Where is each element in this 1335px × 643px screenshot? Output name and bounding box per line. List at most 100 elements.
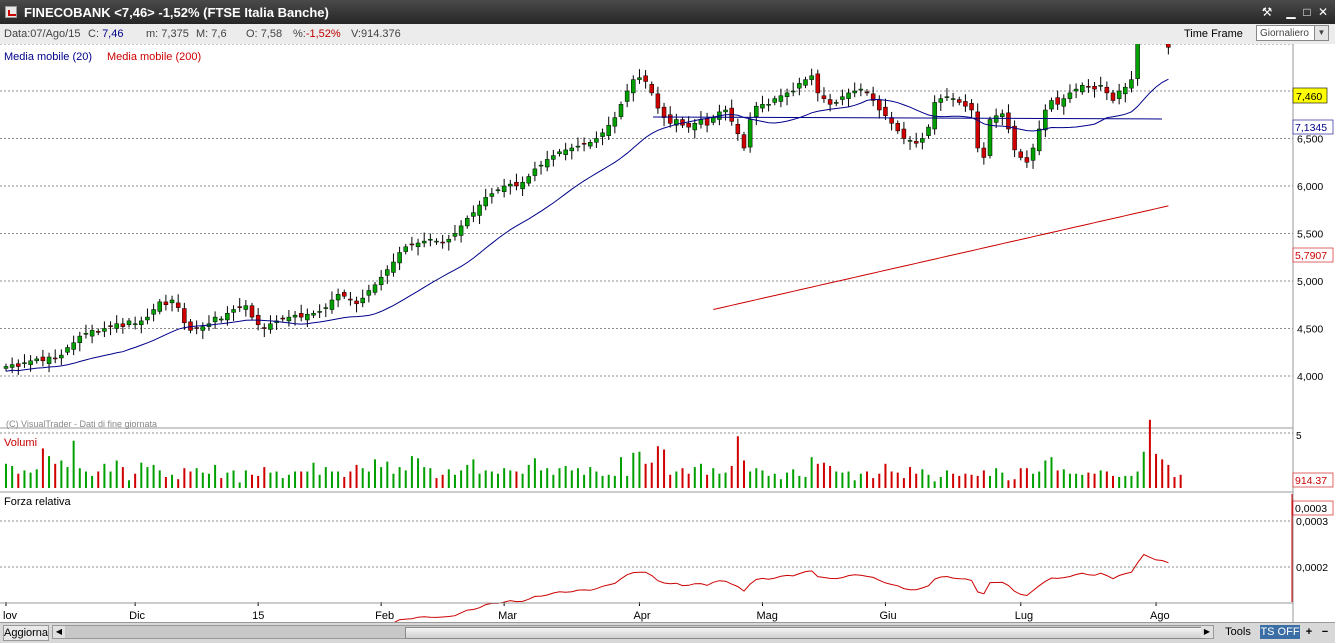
volume-bar (287, 474, 290, 488)
candle-body (1012, 125, 1017, 151)
volume-bar (386, 461, 389, 488)
candle-body (495, 189, 501, 192)
volume-bar (1050, 457, 1053, 488)
volume-bar (460, 470, 463, 488)
candle-body (348, 298, 353, 301)
volume-bar (195, 468, 198, 488)
volume-bar (189, 471, 192, 488)
candle-body (975, 111, 980, 149)
candle-body (483, 197, 488, 207)
candle-body (840, 96, 845, 100)
volume-bar (970, 474, 973, 488)
candle-body (40, 356, 46, 362)
scroll-right-icon[interactable]: ▶ (1201, 626, 1213, 638)
volume-bar (54, 463, 57, 488)
volume-bar (60, 460, 63, 488)
candle-body (741, 134, 747, 149)
candle-body (631, 79, 636, 94)
volume-bar (798, 475, 801, 488)
candle-body (790, 90, 796, 93)
volume-bar (866, 471, 868, 488)
volume-bar (134, 473, 137, 488)
chart-app-icon (5, 6, 17, 18)
candle-body (102, 328, 107, 332)
volume-bar (521, 473, 524, 488)
volume-bar (109, 471, 112, 488)
scroll-thumb[interactable] (405, 627, 1205, 639)
zoom-out-button[interactable]: − (1318, 625, 1332, 639)
volume-bar (300, 471, 303, 488)
candle-body (1116, 90, 1122, 99)
chart-area[interactable]: 7,0006,5006,0005,5005,0004,5004,000 lovD… (0, 44, 1335, 622)
volume-bar (1056, 470, 1059, 488)
volume-bar (472, 459, 475, 488)
close-icon[interactable]: ✕ (1314, 4, 1332, 20)
volume-bar (976, 475, 979, 488)
volume-bar (324, 467, 327, 488)
candle-body (182, 308, 187, 324)
volume-bar (693, 467, 696, 488)
volume-bar (1155, 453, 1158, 488)
candle-body (1000, 113, 1005, 117)
candle-body (434, 240, 439, 243)
candle-body (944, 96, 950, 98)
candle-body (803, 79, 808, 86)
volume-bar (1087, 472, 1090, 488)
timeframe-select[interactable]: Giornaliero ▼ (1256, 25, 1329, 41)
ts-off-button[interactable]: TS OFF (1260, 625, 1300, 639)
volume-bar (84, 471, 87, 488)
chevron-down-icon[interactable]: ▼ (1314, 26, 1328, 40)
pct-info: %:-1,52% (293, 28, 341, 40)
volume-bar (1019, 468, 1022, 488)
candle-body (1061, 98, 1067, 107)
volume-bar (306, 471, 309, 488)
volume-bar (1025, 468, 1028, 488)
volume-bar (152, 464, 155, 488)
volume-bar (417, 458, 420, 488)
volume-bar (995, 468, 998, 488)
volume-bar (1062, 469, 1065, 488)
zoom-in-button[interactable]: + (1302, 625, 1316, 639)
candle-body (9, 364, 15, 368)
pin-icon[interactable]: ⚒ (1258, 4, 1276, 20)
candle-body (46, 356, 52, 364)
volume-bar (601, 475, 604, 488)
candle-body (34, 358, 39, 362)
tools-button[interactable]: Tools (1218, 625, 1258, 639)
candle-body (963, 101, 968, 107)
candle-body (77, 335, 83, 344)
candle-body (440, 241, 445, 244)
volume-bar (232, 470, 235, 488)
price-tick-label: 5,500 (1297, 229, 1323, 241)
candle-body (883, 106, 888, 116)
volume-bar (1142, 451, 1145, 488)
volume-bar (890, 471, 893, 488)
candle-body (618, 104, 624, 117)
volume-bar (749, 471, 752, 488)
candle-body (532, 168, 538, 176)
horizontal-scrollbar[interactable]: ◀ ▶ (52, 625, 1214, 639)
volume-bar (1173, 477, 1176, 488)
volume-bar (546, 468, 549, 488)
candle-body (711, 117, 716, 123)
candle-body (108, 325, 113, 327)
volume-bar (706, 474, 709, 488)
candle-body (588, 142, 593, 147)
candle-body (612, 117, 618, 127)
candle-body (1018, 151, 1023, 158)
candle-body (83, 333, 89, 335)
candle-body (71, 342, 76, 350)
timeframe-label: Time Frame (1184, 28, 1243, 40)
open-info: O: 7,58 (246, 28, 283, 40)
scroll-left-icon[interactable]: ◀ (53, 626, 65, 638)
refresh-button[interactable]: Aggiorna (3, 625, 49, 641)
volume-bar (1130, 475, 1133, 488)
volume-bar (91, 475, 94, 488)
candle-body (286, 316, 292, 322)
candle-body (575, 145, 581, 148)
x-tick-label: Ago (1150, 610, 1170, 622)
candle-body (581, 143, 587, 145)
volume-bar (896, 472, 899, 488)
window-title: FINECOBANK <7,46> -1,52% (FTSE Italia Ba… (24, 5, 329, 20)
volume-bar (1136, 471, 1139, 488)
